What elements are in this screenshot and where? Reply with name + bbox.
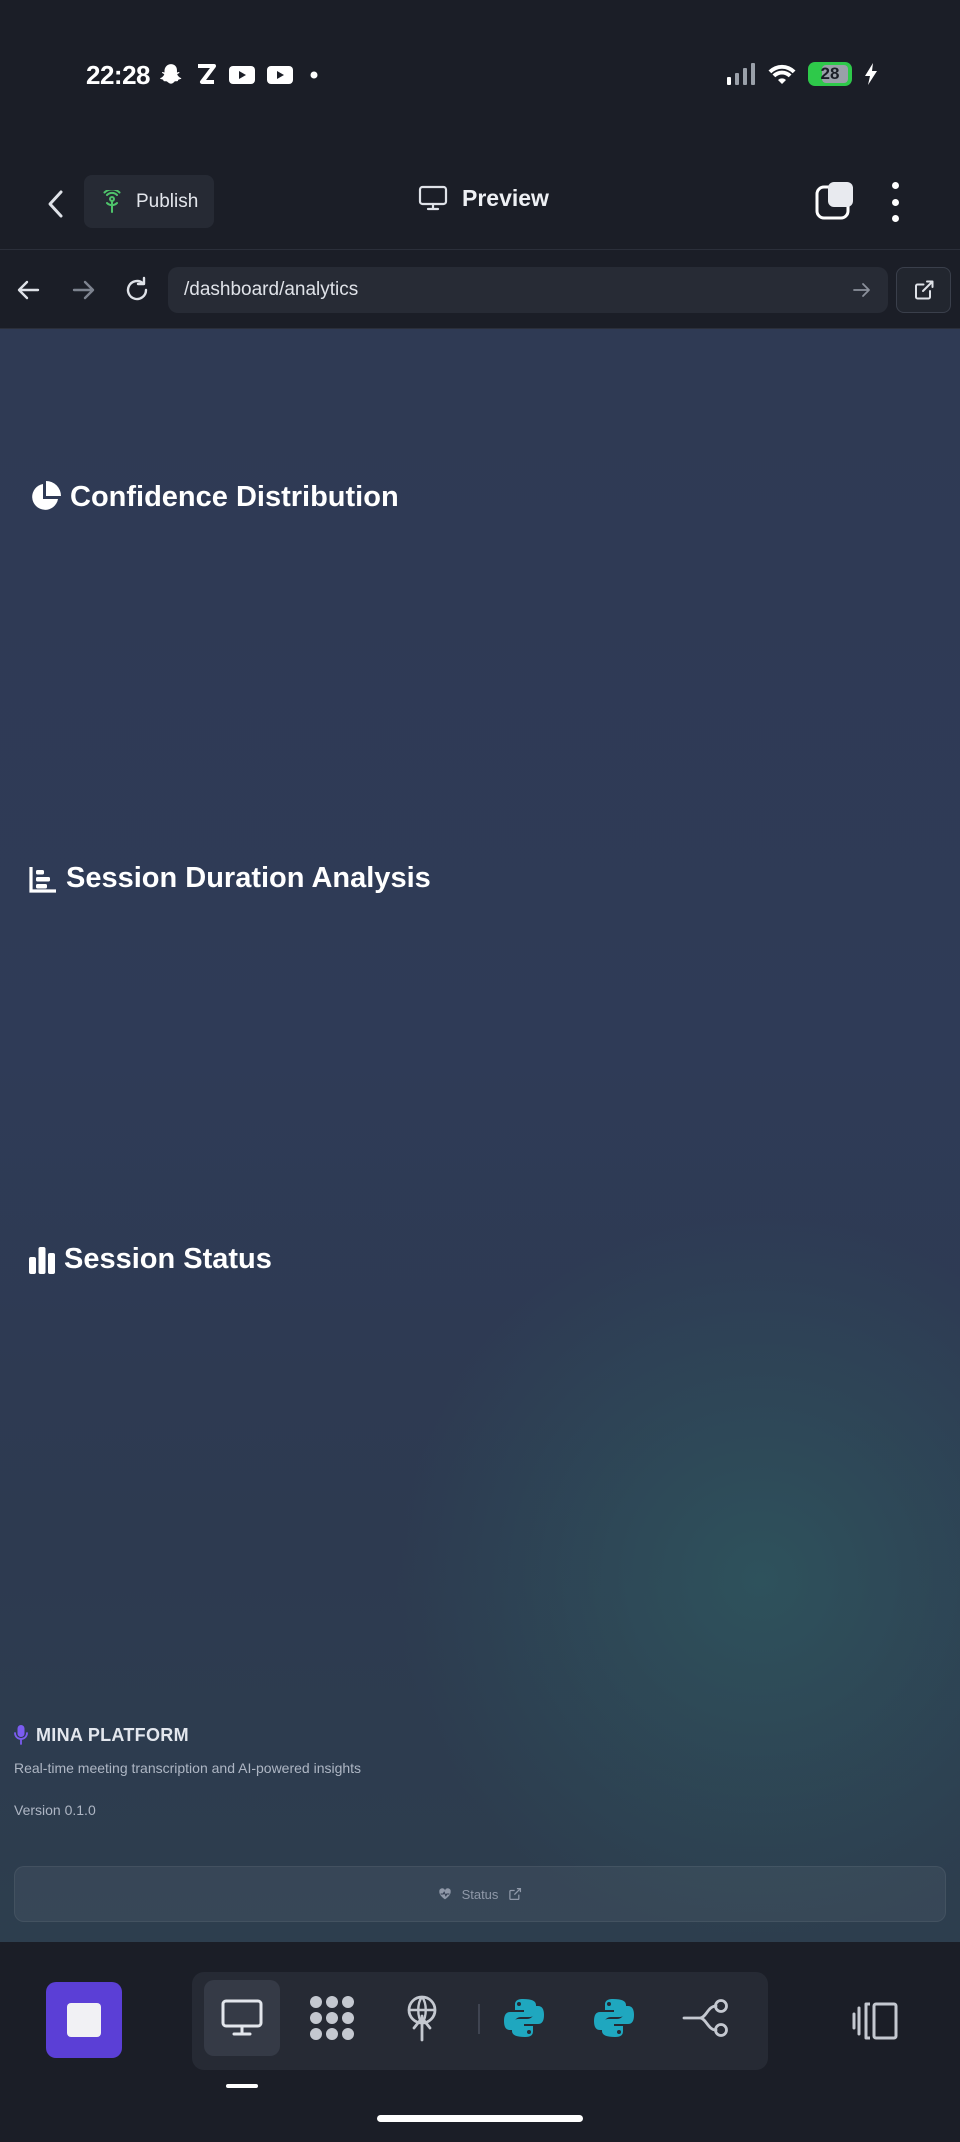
system-icons: 28: [726, 62, 878, 86]
python-icon: [594, 1999, 634, 2037]
charging-icon: [865, 63, 877, 85]
tagline: Real-time meeting transcription and AI-p…: [14, 1760, 362, 1776]
browser-forward-button[interactable]: [66, 273, 100, 307]
page-content: Confidence Distribution Session Duration…: [0, 329, 960, 1942]
battery-level: 28: [820, 64, 840, 83]
section-session-duration: Session Duration Analysis: [28, 862, 431, 895]
status-label: Status: [461, 1886, 499, 1902]
tool-preview[interactable]: [204, 1980, 280, 2056]
battery-icon: 28: [808, 62, 852, 86]
toolbar-divider: [478, 2004, 480, 2034]
section-title: Confidence Distribution: [70, 480, 399, 513]
git-branch-icon: [682, 1999, 728, 2037]
youtube-icon: [267, 66, 293, 84]
page-footer: MINA PLATFORM Real-time meeting transcri…: [14, 1724, 946, 1922]
dots-grid-icon: [310, 1996, 354, 2040]
url-text: /dashboard/analytics: [184, 279, 359, 300]
tabs-button[interactable]: [814, 180, 856, 222]
status-bar: 22:28 28: [0, 0, 960, 150]
stop-button[interactable]: [46, 1982, 122, 2058]
more-options-button[interactable]: [892, 182, 899, 222]
z-app-icon: [198, 64, 216, 84]
home-indicator: [377, 2115, 583, 2122]
external-link-icon: [509, 1887, 522, 1901]
notification-icons: [158, 62, 324, 88]
bar-chart-icon: [29, 1246, 55, 1274]
app-header: Publish Preview: [0, 150, 960, 250]
antenna-icon: [103, 189, 121, 213]
signal-icon: [727, 63, 755, 85]
python-icon: [504, 1999, 544, 2037]
publish-label: Publish: [136, 190, 199, 212]
url-input[interactable]: /dashboard/analytics: [168, 267, 888, 313]
tool-group: [192, 1972, 768, 2070]
antenna-icon: [407, 1995, 437, 2042]
external-link-icon: [914, 280, 933, 300]
tool-deploy[interactable]: [384, 1980, 460, 2056]
preview-label: Preview: [462, 184, 549, 211]
tool-python-2[interactable]: [576, 1980, 652, 2056]
tool-dots-grid[interactable]: [294, 1980, 370, 2056]
back-button[interactable]: [38, 186, 74, 222]
browser-bar: /dashboard/analytics: [0, 251, 960, 329]
snapchat-icon: [160, 64, 182, 84]
preview-title: Preview: [418, 184, 549, 212]
monitor-icon: [418, 185, 448, 211]
tool-python-1[interactable]: [486, 1980, 562, 2056]
status-time: 22:28: [86, 60, 151, 90]
dot-icon: [310, 71, 318, 79]
panel-toggle-icon[interactable]: [852, 2000, 900, 2042]
monitor-icon: [221, 1999, 263, 2036]
arrow-left-icon: [17, 280, 40, 300]
pie-chart-icon: [32, 481, 61, 510]
bar-chart-horizontal-icon: [29, 866, 56, 893]
tool-git-branch[interactable]: [668, 1980, 744, 2056]
section-title: Session Status: [64, 1243, 272, 1275]
browser-back-button[interactable]: [12, 273, 46, 307]
refresh-icon: [126, 276, 148, 301]
brand: MINA PLATFORM: [14, 1724, 944, 1746]
version: Version 0.1.0: [14, 1802, 96, 1818]
publish-button[interactable]: Publish: [84, 175, 215, 228]
microphone-icon: [14, 1725, 28, 1745]
open-external-button[interactable]: [896, 267, 951, 313]
status-link[interactable]: Status: [14, 1866, 946, 1922]
wifi-icon: [768, 64, 796, 84]
reload-button[interactable]: [120, 273, 154, 307]
brand-name: MINA PLATFORM: [36, 1724, 189, 1745]
heart-pulse-icon: [438, 1888, 451, 1900]
section-title: Session Duration Analysis: [66, 862, 431, 894]
bottom-toolbar: [0, 1942, 960, 2142]
section-session-status: Session Status: [28, 1243, 272, 1276]
chevron-left-icon: [48, 190, 63, 218]
arrow-right-icon: [72, 280, 95, 300]
section-confidence-distribution: Confidence Distribution: [28, 480, 399, 514]
active-tool-indicator: [226, 2084, 258, 2088]
youtube-icon: [229, 66, 255, 84]
go-arrow-icon[interactable]: [852, 280, 872, 300]
stop-icon: [67, 2003, 101, 2037]
